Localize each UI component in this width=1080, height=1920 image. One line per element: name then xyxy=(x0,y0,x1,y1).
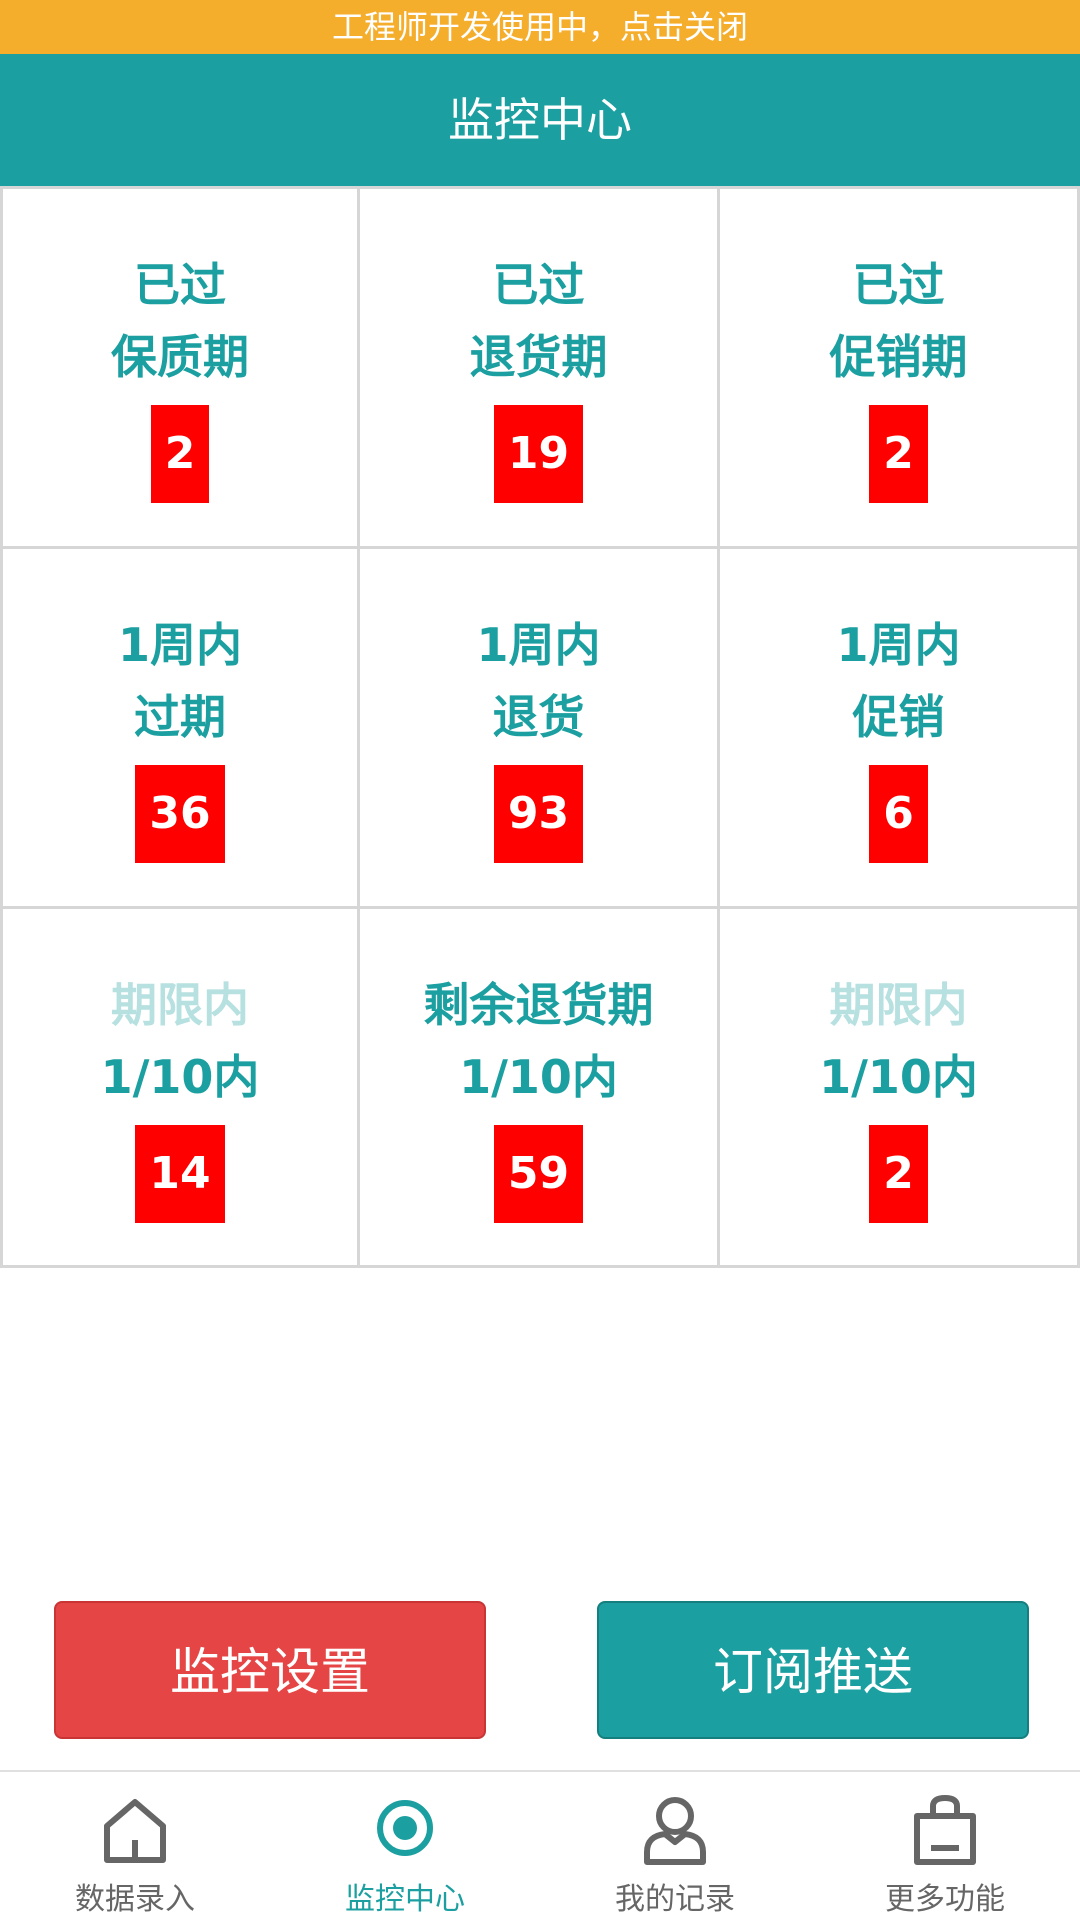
cell-promotion-within-week[interactable]: 1周内 促销 6 xyxy=(720,549,1080,909)
tab-monitor-center[interactable]: 监控中心 xyxy=(270,1772,540,1920)
user-icon xyxy=(644,1797,706,1865)
cell-label-line2: 保质期 xyxy=(111,330,249,384)
bag-icon xyxy=(914,1794,976,1865)
cell-shelf-life-tenth[interactable]: 期限内 1/10内 14 xyxy=(0,909,360,1268)
page-title: 监控中心 xyxy=(0,54,1080,186)
monitor-grid: 已过 保质期 2 已过 退货期 19 已过 促销期 2 1周内 过期 36 1周… xyxy=(0,186,1080,1268)
cell-expired-shelf-life[interactable]: 已过 保质期 2 xyxy=(0,189,360,549)
cell-label-line1: 剩余退货期 xyxy=(423,978,654,1032)
subscribe-push-button[interactable]: 订阅推送 xyxy=(597,1601,1029,1739)
cell-label-line2: 1/10内 xyxy=(100,1050,260,1104)
count-badge: 2 xyxy=(150,405,210,503)
tab-label: 更多功能 xyxy=(885,1882,1005,1917)
tab-label: 我的记录 xyxy=(615,1882,735,1917)
cell-label-line2: 促销期 xyxy=(829,330,968,384)
cell-expired-return-period[interactable]: 已过 退货期 19 xyxy=(360,189,720,549)
home-icon xyxy=(104,1799,166,1863)
cell-label-line2: 1/10内 xyxy=(819,1050,978,1104)
cell-return-within-week[interactable]: 1周内 退货 93 xyxy=(360,549,720,909)
count-badge: 36 xyxy=(135,765,225,863)
cell-label-line1: 期限内 xyxy=(829,978,968,1032)
cell-label-line1: 已过 xyxy=(492,258,585,312)
count-badge: 59 xyxy=(493,1125,584,1223)
cell-return-period-tenth[interactable]: 剩余退货期 1/10内 59 xyxy=(360,909,720,1268)
cell-label-line1: 期限内 xyxy=(111,978,249,1032)
cell-expiring-within-week[interactable]: 1周内 过期 36 xyxy=(0,549,360,909)
cell-label-line1: 1周内 xyxy=(117,618,242,672)
bottom-tab-bar: 数据录入 监控中心 我的记录 更多功能 xyxy=(0,1770,1080,1920)
cell-label-line1: 1周内 xyxy=(836,618,961,672)
cell-promotion-period-tenth[interactable]: 期限内 1/10内 2 xyxy=(720,909,1080,1268)
count-badge: 19 xyxy=(493,405,584,503)
target-icon xyxy=(377,1800,433,1856)
cell-label-line1: 1周内 xyxy=(476,618,601,672)
cell-label-line1: 已过 xyxy=(134,258,226,312)
tab-my-records[interactable]: 我的记录 xyxy=(540,1772,810,1920)
cell-label-line2: 1/10内 xyxy=(459,1050,618,1104)
count-badge: 2 xyxy=(869,1125,928,1223)
count-badge: 93 xyxy=(493,765,584,863)
cell-label-line2: 退货期 xyxy=(469,330,608,384)
monitor-settings-button[interactable]: 监控设置 xyxy=(54,1601,486,1739)
cell-label-line1: 已过 xyxy=(852,258,945,312)
count-badge: 2 xyxy=(869,405,928,503)
tab-label: 监控中心 xyxy=(345,1882,465,1917)
tab-more-features[interactable]: 更多功能 xyxy=(810,1772,1080,1920)
count-badge: 6 xyxy=(869,765,928,863)
cell-label-line2: 过期 xyxy=(134,690,226,744)
count-badge: 14 xyxy=(135,1125,225,1223)
dev-banner[interactable]: 工程师开发使用中，点击关闭 xyxy=(0,0,1080,54)
cell-label-line2: 退货 xyxy=(492,690,585,744)
tab-label: 数据录入 xyxy=(75,1882,195,1917)
tab-data-entry[interactable]: 数据录入 xyxy=(0,1772,270,1920)
cell-label-line2: 促销 xyxy=(852,690,945,744)
cell-expired-promotion-period[interactable]: 已过 促销期 2 xyxy=(720,189,1080,549)
